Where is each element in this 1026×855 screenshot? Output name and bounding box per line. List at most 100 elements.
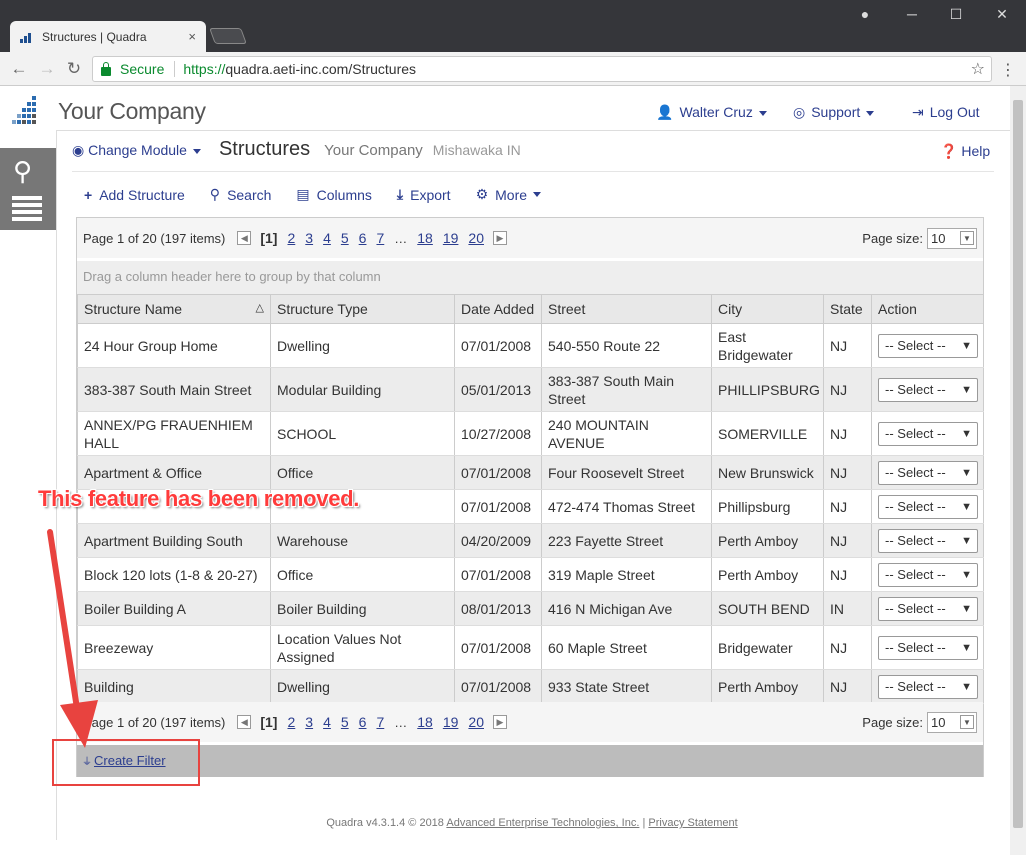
table-row[interactable]: Apartment Building South Warehouse 04/20/2… [77, 523, 984, 558]
user-menu[interactable]: 👤 Walter Cruz [656, 104, 767, 121]
next-page-icon[interactable]: ▶ [493, 231, 507, 245]
close-window-icon[interactable]: ✕ [987, 6, 1017, 23]
table-row[interactable]: 383-387 South Main Street Modular Buildin… [77, 367, 984, 412]
prev-page-icon[interactable]: ◀ [237, 715, 252, 729]
more-button[interactable]: ⚙ More [476, 186, 542, 203]
action-select[interactable]: -- Select -- ▼ [878, 596, 978, 621]
pager-link[interactable]: 4 [323, 714, 331, 730]
action-select[interactable]: -- Select -- ▼ [878, 333, 978, 358]
col-header-structure-name[interactable]: Structure Name △ [77, 294, 271, 324]
page-size-select[interactable]: 10 ▼ [927, 711, 977, 733]
change-module-button[interactable]: ◉ Change Module [72, 142, 201, 159]
forward-icon[interactable]: → [37, 59, 57, 79]
pager-link[interactable]: 18 [417, 230, 433, 246]
action-select[interactable]: -- Select -- ▼ [878, 460, 978, 485]
pager-link[interactable]: 4 [323, 230, 331, 246]
col-header-date-added[interactable]: Date Added [454, 294, 542, 324]
pager-link[interactable]: 20 [468, 230, 484, 246]
export-button[interactable]: ⤓ Export [397, 186, 451, 203]
action-select[interactable]: -- Select -- ▼ [878, 635, 978, 660]
menu-icon[interactable]: ⋮ [1000, 60, 1016, 80]
table-row[interactable]: ANNEX/PG FRAUENHIEM HALL SCHOOL 10/27/2008… [77, 411, 984, 456]
columns-button[interactable]: ▤ Columns [296, 186, 371, 203]
pager-current: [1] [260, 230, 278, 246]
table-cell: Apartment & Office [77, 455, 271, 490]
pager-link[interactable]: 19 [443, 230, 459, 246]
browser-tab[interactable]: Structures | Quadra × [10, 21, 206, 52]
pager-link[interactable]: 6 [359, 714, 367, 730]
minimize-icon[interactable]: ─ [897, 6, 927, 22]
table-cell: 08/01/2013 [454, 591, 542, 626]
table-cell: Four Roosevelt Street [541, 455, 712, 490]
pager-link[interactable]: 5 [341, 714, 349, 730]
table-cell: SOUTH BEND [711, 591, 824, 626]
action-select[interactable]: -- Select -- ▼ [878, 377, 978, 402]
help-link[interactable]: ❓ Help [940, 143, 990, 160]
pager-link[interactable]: 3 [305, 714, 313, 730]
action-select[interactable]: -- Select -- ▼ [878, 562, 978, 587]
col-header-street[interactable]: Street [541, 294, 712, 324]
logout-link[interactable]: ⇥ Log Out [912, 104, 980, 121]
search-icon[interactable]: ⚲ [13, 156, 32, 187]
table-row[interactable]: Block 120 lots (1-8 & 20-27) Office 07/01/… [77, 557, 984, 592]
company-link[interactable]: Advanced Enterprise Technologies, Inc. [446, 817, 639, 829]
list-icon[interactable] [12, 196, 42, 224]
pager-link[interactable]: 6 [359, 230, 367, 246]
account-icon[interactable]: ● [850, 6, 880, 22]
pager-link[interactable]: 2 [287, 714, 295, 730]
action-select[interactable]: -- Select -- ▼ [878, 494, 978, 519]
next-page-icon[interactable]: ▶ [493, 715, 507, 729]
pager-link[interactable]: 20 [468, 714, 484, 730]
pager-info: Page 1 of 20 (197 items) [83, 714, 226, 730]
support-menu[interactable]: ◎ Support [793, 104, 875, 121]
table-cell: NJ [823, 625, 872, 670]
group-panel[interactable]: Drag a column header here to group by th… [77, 261, 983, 295]
back-icon[interactable]: ← [9, 59, 29, 79]
action-select[interactable]: -- Select -- ▼ [878, 421, 978, 446]
pager-top: Page 1 of 20 (197 items) ◀ [1] 2 3 4 5 6… [77, 218, 983, 258]
pager-link[interactable]: 7 [376, 230, 384, 246]
pager-link[interactable]: 2 [287, 230, 295, 246]
pager-link[interactable]: 7 [376, 714, 384, 730]
maximize-icon[interactable]: ☐ [941, 6, 971, 23]
breadcrumb-company: Your Company [324, 142, 423, 159]
table-cell: Location Values Not Assigned [270, 625, 455, 670]
action-cell: -- Select -- ▼ [871, 455, 984, 490]
table-row[interactable]: Breezeway Location Values Not Assigned 07/… [77, 625, 984, 670]
table-cell: NJ [823, 455, 872, 490]
pager-link[interactable]: 5 [341, 230, 349, 246]
table-row[interactable]: 24 Hour Group Home Dwelling 07/01/2008 540-… [77, 323, 984, 368]
table-row[interactable]: Building Dwelling 07/01/2008 933 State Stre… [77, 669, 984, 704]
table-row[interactable]: Boiler Building A Boiler Building 08/01/20… [77, 591, 984, 626]
page-size-label: Page size: [862, 230, 923, 246]
pager-current: [1] [260, 714, 278, 730]
col-header-state[interactable]: State [823, 294, 872, 324]
tab-close-icon[interactable]: × [188, 29, 196, 44]
table-row[interactable]: Apartment & Office Office 07/01/2008 Four R… [77, 455, 984, 490]
search-button[interactable]: ⚲ Search [210, 186, 272, 203]
table-cell: Perth Amboy [711, 523, 824, 558]
sort-asc-icon: △ [255, 302, 264, 314]
reload-icon[interactable]: ↻ [64, 59, 84, 79]
pager-link[interactable]: 19 [443, 714, 459, 730]
star-icon[interactable]: ☆ [971, 59, 985, 79]
col-header-structure-type[interactable]: Structure Type [270, 294, 455, 324]
col-header-city[interactable]: City [711, 294, 824, 324]
prev-page-icon[interactable]: ◀ [237, 231, 252, 245]
action-select[interactable]: -- Select -- ▼ [878, 674, 978, 699]
chevron-down-icon: ▼ [961, 339, 972, 352]
page-scrollbar[interactable] [1010, 86, 1026, 855]
address-bar: ← → ↻ Secure https:// quadra.aeti-inc.co… [0, 52, 1026, 86]
privacy-link[interactable]: Privacy Statement [648, 817, 737, 829]
breadcrumb-location: Mishawaka IN [432, 142, 521, 158]
page-size-select[interactable]: 10 ▼ [927, 227, 977, 249]
action-select[interactable]: -- Select -- ▼ [878, 528, 978, 553]
chevron-down-icon: ▼ [961, 568, 972, 581]
lock-icon [101, 61, 111, 76]
pager-link[interactable]: 18 [417, 714, 433, 730]
new-tab-button[interactable] [209, 28, 247, 44]
pager-link[interactable]: 3 [305, 230, 313, 246]
add-structure-button[interactable]: + Add Structure [84, 186, 185, 203]
url-field[interactable]: Secure https:// quadra.aeti-inc.com/Stru… [92, 56, 992, 82]
pager-ellipsis: … [394, 230, 408, 246]
